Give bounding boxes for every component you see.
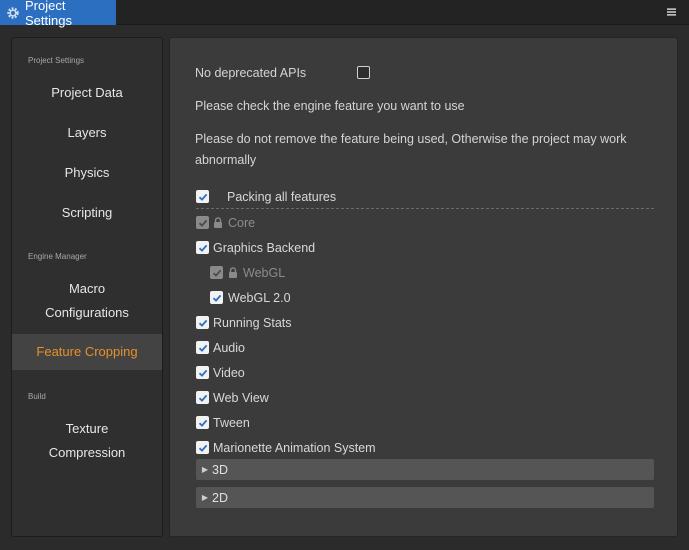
running-stats-checkbox[interactable]: [196, 316, 209, 329]
divider: [196, 208, 654, 209]
sidebar-item-physics[interactable]: Physics: [12, 161, 162, 185]
sidebar-item-scripting[interactable]: Scripting: [12, 201, 162, 225]
sidebar-item-feature-cropping[interactable]: Feature Cropping: [12, 334, 162, 370]
settings-sidebar: Project Settings Project Data Layers Phy…: [11, 37, 163, 537]
feature-label-audio: Audio: [213, 341, 245, 355]
lock-icon: [214, 217, 222, 228]
core-checkbox: [196, 216, 209, 229]
tab-project-settings[interactable]: Project Settings: [0, 0, 116, 28]
graphics-backend-checkbox[interactable]: [196, 241, 209, 254]
tab-title: Project Settings: [25, 0, 72, 28]
feature-label-web-view: Web View: [213, 391, 269, 405]
feature-label-graphics-backend: Graphics Backend: [213, 241, 316, 255]
video-checkbox[interactable]: [196, 366, 209, 379]
no-deprecated-checkbox[interactable]: [357, 66, 370, 79]
feature-label-webgl: WebGL: [243, 266, 286, 280]
sidebar-item-layers[interactable]: Layers: [12, 121, 162, 145]
packing-all-label: Packing all features: [227, 190, 337, 204]
warning-text-line2: abnormally: [195, 153, 257, 167]
web-view-checkbox[interactable]: [196, 391, 209, 404]
tween-checkbox[interactable]: [196, 416, 209, 429]
gear-icon: [6, 6, 20, 20]
marionette-checkbox[interactable]: [196, 441, 209, 454]
webgl2-checkbox[interactable]: [210, 291, 223, 304]
audio-checkbox[interactable]: [196, 341, 209, 354]
no-deprecated-label: No deprecated APIs: [195, 66, 307, 80]
sidebar-item-texture-line1[interactable]: Texture: [12, 417, 162, 441]
lock-icon: [229, 267, 237, 278]
sidebar-item-macro-line2[interactable]: Configurations: [12, 301, 162, 325]
hamburger-menu-icon[interactable]: [665, 5, 677, 19]
section-3d-label: 3D: [212, 462, 228, 477]
caret-right-icon: ▶: [201, 493, 209, 502]
feature-label-webgl2: WebGL 2.0: [228, 291, 291, 305]
feature-label-marionette: Marionette Animation System: [213, 441, 376, 455]
sidebar-group-engine-manager: Engine Manager: [28, 252, 87, 261]
feature-label-core: Core: [228, 216, 256, 230]
hint-text: Please check the engine feature you want…: [195, 99, 465, 113]
feature-label-video: Video: [213, 366, 245, 380]
feature-label-running-stats: Running Stats: [213, 316, 292, 330]
warning-text-line1: Please do not remove the feature being u…: [195, 132, 627, 146]
sidebar-group-project-settings: Project Settings: [28, 56, 85, 65]
webgl-checkbox: [210, 266, 223, 279]
feature-label-tween: Tween: [213, 416, 250, 430]
sidebar-item-texture-line2[interactable]: Compression: [12, 441, 162, 465]
section-3d[interactable]: ▶ 3D: [196, 459, 654, 480]
sidebar-item-project-data[interactable]: Project Data: [12, 81, 162, 105]
packing-all-checkbox[interactable]: [196, 190, 209, 203]
sidebar-item-macro-line1[interactable]: Macro: [12, 277, 162, 301]
section-2d[interactable]: ▶ 2D: [196, 487, 654, 508]
feature-cropping-panel: No deprecated APIs Please check the engi…: [169, 37, 678, 537]
caret-right-icon: ▶: [201, 465, 209, 474]
title-bar: Project Settings: [0, 0, 689, 28]
section-2d-label: 2D: [212, 490, 228, 505]
sidebar-group-build: Build: [28, 392, 46, 401]
